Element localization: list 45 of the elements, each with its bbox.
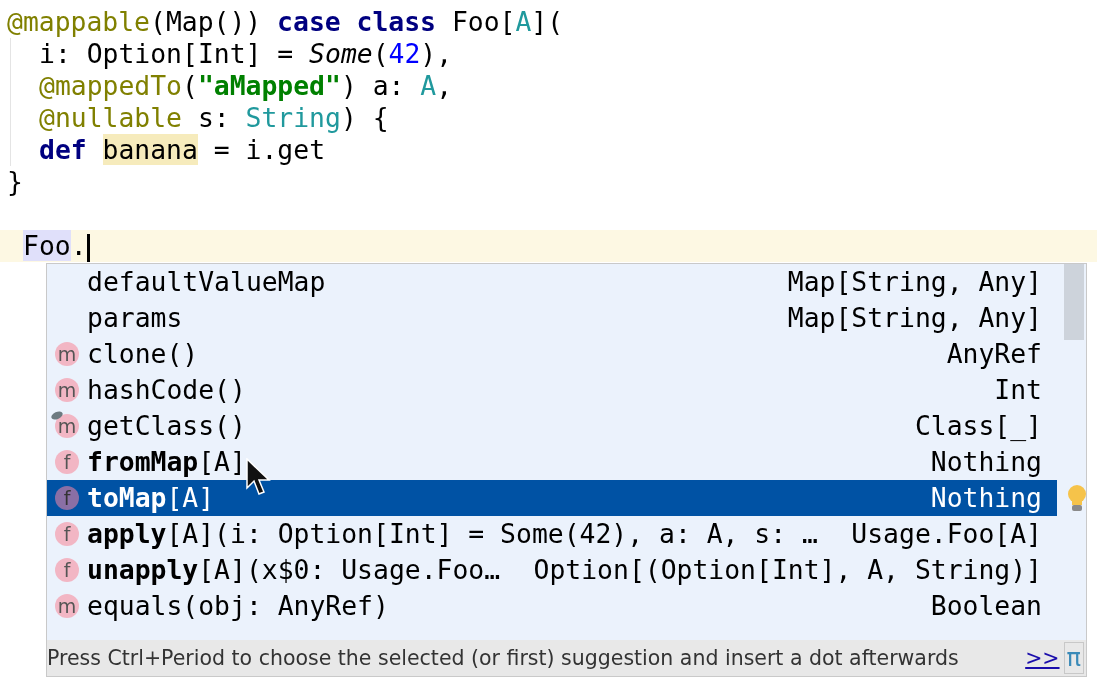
mouse-pointer-icon (246, 458, 272, 496)
item-signature: defaultValueMap (87, 265, 326, 300)
item-signature: clone() (87, 337, 199, 372)
completion-item[interactable]: m hashCode() Int (47, 372, 1057, 408)
lightbulb-icon[interactable] (1066, 484, 1086, 514)
completion-item[interactable]: f fromMap[A] Nothing (47, 444, 1057, 480)
completion-item[interactable]: m equals(obj: AnyRef) Boolean (47, 588, 1057, 624)
completion-item[interactable]: f unapply[A](x$0: Usage.Foo… Option[(Option[Int], A, String)] (47, 552, 1057, 588)
item-signature: equals(obj: AnyRef) (87, 589, 389, 624)
item-type: Boolean (930, 589, 1042, 624)
item-signature: getClass() (87, 409, 246, 444)
item-signature: toMap[A] (87, 481, 215, 516)
item-type: Nothing (930, 445, 1042, 480)
code-line: @mappable(Map()) case class Foo[A]( (6, 6, 565, 38)
completion-item[interactable]: params Map[String, Any] (47, 300, 1057, 336)
function-icon: f (55, 522, 79, 546)
item-type: AnyRef (946, 337, 1042, 372)
item-signature: apply[A](i: Option[Int] = Some(42), a: A, s: … (87, 517, 818, 552)
item-signature: unapply[A](x$0: Usage.Foo… (87, 553, 501, 588)
method-icon: m (55, 414, 79, 438)
function-icon: f (55, 558, 79, 582)
function-icon: f (55, 486, 79, 510)
item-type: Option[(Option[Int], A, String)] (533, 553, 1042, 588)
method-icon: m (55, 378, 79, 402)
item-type: Usage.Foo[A] (851, 517, 1042, 552)
more-link[interactable]: >> (1025, 642, 1060, 674)
text-caret (86, 233, 90, 262)
completion-item[interactable]: m getClass() Class[_] (47, 408, 1057, 444)
item-signature: hashCode() (87, 373, 246, 408)
scrollbar-thumb[interactable] (1064, 264, 1084, 340)
completion-item[interactable]: defaultValueMap Map[String, Any] (47, 264, 1057, 300)
completion-item[interactable]: m clone() AnyRef (47, 336, 1057, 372)
item-type: Nothing (930, 481, 1042, 516)
method-icon: m (55, 594, 79, 618)
method-icon: m (55, 342, 79, 366)
code-line: } (6, 166, 24, 198)
item-type: Map[String, Any] (787, 301, 1042, 336)
item-signature: params (87, 301, 183, 336)
function-icon: f (55, 450, 79, 474)
item-type: Class[_] (914, 409, 1042, 444)
item-signature: fromMap[A] (87, 445, 246, 480)
hint-text: Press Ctrl+Period to choose the selected (or first) suggestion and insert a dot afterwards (47, 644, 960, 672)
item-type: Int (994, 373, 1042, 408)
completion-item[interactable]: f apply[A](i: Option[Int] = Some(42), a: A, s: … Usage.Foo[A] (47, 516, 1057, 552)
item-type: Map[String, Any] (787, 265, 1042, 300)
